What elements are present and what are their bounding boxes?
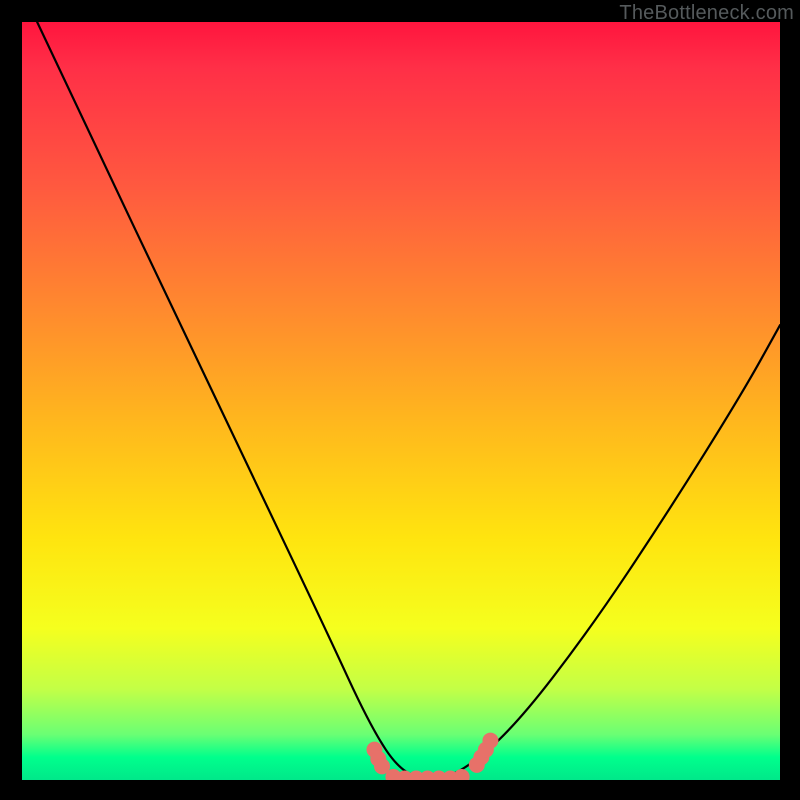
marker-left-cluster-2 bbox=[370, 751, 386, 767]
marker-right-cluster-3 bbox=[478, 742, 494, 758]
marker-right-cluster-2 bbox=[473, 749, 489, 765]
chart-stage: TheBottleneck.com bbox=[0, 0, 800, 800]
marker-bottom-1 bbox=[385, 769, 401, 780]
marker-group bbox=[366, 733, 498, 780]
marker-bottom-4 bbox=[420, 770, 436, 780]
marker-left-cluster-1 bbox=[366, 742, 382, 758]
marker-bottom-2 bbox=[397, 770, 413, 780]
marker-left-cluster-3 bbox=[374, 758, 390, 774]
plot-area bbox=[22, 22, 780, 780]
marker-bottom-5 bbox=[431, 770, 447, 780]
bottleneck-curve bbox=[37, 22, 780, 778]
marker-bottom-3 bbox=[408, 770, 424, 780]
marker-bottom-7 bbox=[454, 769, 470, 780]
marker-right-cluster-1 bbox=[469, 757, 485, 773]
marker-right-cluster-4 bbox=[482, 733, 498, 749]
curve-svg bbox=[22, 22, 780, 780]
marker-bottom-6 bbox=[442, 770, 458, 780]
